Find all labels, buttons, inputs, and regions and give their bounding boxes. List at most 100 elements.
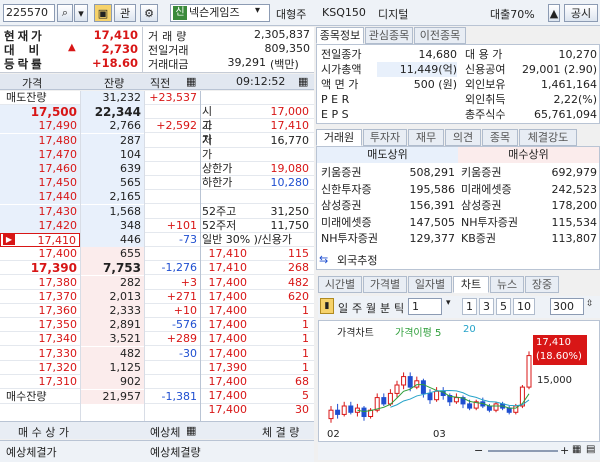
interval-button[interactable]: 10 [513,298,535,315]
period-button[interactable]: 월 [366,300,376,316]
ask-price[interactable]: 17,430 [0,204,80,219]
bid-price[interactable]: 17,320 [0,361,80,375]
period-button[interactable]: 틱 [394,300,404,316]
ask-price[interactable]: 17,440 [0,190,80,205]
ask-row[interactable]: 17,440 2,165 [0,190,314,205]
period-select[interactable]: 1 [408,298,442,315]
grid-icon-2[interactable]: ▦ [298,75,308,88]
chart-grid-icon[interactable]: ▦ [572,444,581,455]
bid-price[interactable]: 17,360 [0,304,80,318]
folder-icon[interactable]: ▣ [94,4,112,22]
volume: 2,305,837 [254,28,310,41]
buy-broker[interactable]: KB증권 [461,231,533,246]
broker-tab[interactable]: 투자자 [363,129,407,146]
tick-row: 17,410 115 [200,247,314,261]
grid-icon-3[interactable]: ▦ [186,424,196,437]
buy-volume: 115,534 [551,215,598,229]
buy-broker[interactable]: 키움증권 [461,165,533,180]
buy-broker[interactable]: NH투자증권 [461,215,533,230]
broker-tab[interactable]: 종목 [482,129,518,146]
broker-tab[interactable]: 거래원 [316,129,362,146]
ask-diff [144,176,200,190]
bid-diff: +289 [166,332,197,346]
select-dropdown-icon[interactable]: ▾ [446,298,451,308]
bid-price[interactable]: 17,400 [0,247,80,261]
search-icon[interactable]: ⌕ [57,4,73,22]
chart-tab[interactable]: 차트 [453,276,489,293]
stock-code-input[interactable]: 225570 [3,4,55,22]
chart-tab[interactable]: 뉴스 [490,276,524,293]
period-button[interactable]: 주 [352,300,362,316]
count-input[interactable]: 300 [550,298,584,315]
ask-price[interactable]: 17,420 [0,218,80,233]
sell-broker[interactable]: 키움증권 [321,165,393,180]
settings-icon[interactable]: ⚙ [140,4,158,22]
badge-price: 17,410 [536,337,571,348]
period-button[interactable]: 분 [380,300,390,316]
bid-price[interactable]: 17,350 [0,318,80,332]
chart-tab[interactable]: 장중 [525,276,559,293]
change-rate: +18.60 [91,56,138,70]
ask-row[interactable]: 17,470 104 [0,147,314,162]
interval-button[interactable]: 3 [479,298,494,315]
info-tab[interactable]: 관심종목 [365,27,413,44]
ask-price[interactable]: 17,490 [0,119,80,134]
broker-tab[interactable]: 체결강도 [519,129,577,146]
buy-broker[interactable]: 미래에셋증 [461,182,533,197]
sell-broker[interactable]: 신한투자증 [321,182,393,197]
ask-price[interactable]: 17,500 [0,105,80,120]
credit-row: 일반 30% )/신용가 [200,233,314,247]
bid-price[interactable]: 17,370 [0,290,80,304]
grid-icon[interactable]: ▦ [186,75,196,88]
tick-row: 17,390 1 [200,361,314,375]
chart-tab[interactable]: 일자별 [408,276,452,293]
chart-tab[interactable]: 가격별 [363,276,407,293]
bid-price[interactable]: 17,380 [0,276,80,290]
bid-price[interactable]: 17,390 [0,261,80,275]
tick-row: 17,400 620 [200,290,314,304]
x-label: 02 [327,429,340,440]
ask-price[interactable]: 17,450 [0,176,80,191]
refresh-icon[interactable]: ⇆ [319,253,328,266]
chart-tab[interactable]: 시간별 [318,276,362,293]
period-button[interactable]: 일 [338,300,348,316]
sell-broker[interactable]: 미래에셋증 [321,215,393,230]
dropdown-icon[interactable]: ▾ [74,4,88,22]
field-index: KSQ150 [322,6,366,19]
zoom-out-icon[interactable]: − [474,444,483,457]
notice-button[interactable]: 공시 [564,4,598,22]
sell-broker[interactable]: 삼성증권 [321,198,393,213]
bid-price[interactable]: 17,330 [0,347,80,361]
broker-tab[interactable]: 의견 [445,129,481,146]
ask-price[interactable]: 17,480 [0,133,80,148]
expected-qty-label: 예상체결량 [150,446,201,459]
buy-broker[interactable]: 삼성증권 [461,198,533,213]
bid-price[interactable]: 17,340 [0,332,80,346]
sell-broker[interactable]: NH투자증권 [321,231,393,246]
interval-button[interactable]: 5 [496,298,511,315]
ask-diff [144,205,200,219]
tick-price: 17,400 [208,304,248,317]
chart-area[interactable]: 가격차트 가격이평 5 20 17,410 (18.60%) 15,000 02 03 [318,320,600,442]
zoom-in-icon[interactable]: + [560,444,569,457]
tick-qty: 1 [302,346,309,360]
chart-settings-icon[interactable]: ▮ [320,298,334,314]
interval-button[interactable]: 1 [462,298,477,315]
info-tab[interactable]: 종목정보 [316,27,364,44]
bid-price[interactable]: 17,310 [0,375,80,389]
prev-icon[interactable]: ▲ [548,4,560,22]
footer-label-3: 체 결 량 [262,426,300,439]
spinner-icon[interactable]: ⇳ [586,299,594,309]
name-dropdown-icon[interactable]: ▾ [255,5,260,16]
ask-qty: 22,344 [80,105,144,120]
related-button[interactable]: 관 [114,4,136,22]
info-tab[interactable]: 이전종목 [414,27,466,44]
zoom-slider[interactable] [488,450,558,452]
broker-tab[interactable]: 재무 [408,129,444,146]
ask-price[interactable]: 17,460 [0,162,80,176]
candle [420,380,426,394]
info-label: 액 면 가 [321,78,359,91]
chart-expand-icon[interactable]: ▤ [586,444,595,455]
ask-price[interactable]: 17,470 [0,147,80,162]
tick-row: 17,400 68 [200,375,314,389]
